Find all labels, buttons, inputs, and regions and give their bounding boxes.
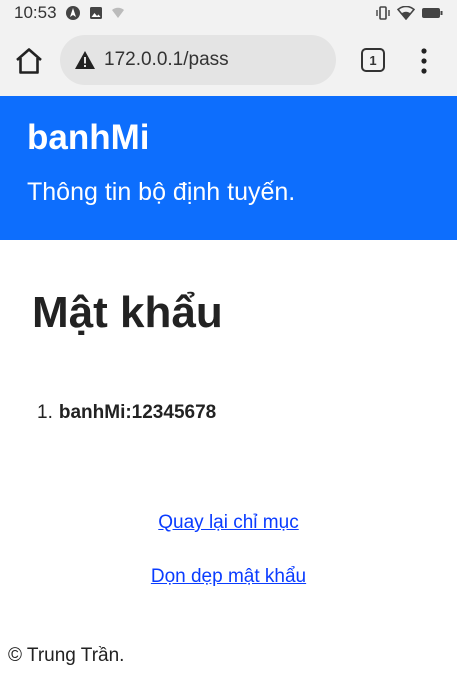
wifi-weak-icon <box>111 7 124 18</box>
footer-copyright: © Trung Trần. <box>8 645 125 666</box>
site-header: banhMi Thông tin bộ định tuyến. <box>0 96 457 240</box>
image-notification-icon <box>89 7 102 19</box>
clear-passwords-link-wrapper: Dọn dẹp mật khẩu <box>0 566 457 588</box>
warning-icon[interactable] <box>74 50 96 70</box>
status-bar: 10:53 <box>0 0 457 26</box>
browser-toolbar: 172.0.0.1/pass 1 <box>0 26 457 96</box>
navigation-icon <box>65 6 80 20</box>
battery-icon <box>422 8 443 18</box>
address-bar[interactable]: 172.0.0.1/pass <box>60 35 336 85</box>
wifi-icon <box>397 6 415 20</box>
status-left: 10:53 <box>14 3 125 23</box>
home-icon[interactable] <box>14 47 44 75</box>
password-entry: banhMi:12345678 <box>58 402 217 423</box>
status-time: 10:53 <box>14 3 57 22</box>
brand-tagline: Thông tin bộ định tuyến. <box>27 178 296 206</box>
back-to-index-link[interactable]: Quay lại chỉ mục <box>158 512 298 533</box>
tab-count: 1 <box>369 52 377 68</box>
list-item-index: 1. <box>37 402 53 423</box>
page-title: Mật khẩu <box>32 288 223 337</box>
clear-passwords-link[interactable]: Dọn dẹp mật khẩu <box>151 566 306 587</box>
url-text[interactable]: 172.0.0.1/pass <box>104 49 229 71</box>
list-item: 1. banhMi:12345678 <box>37 402 216 424</box>
back-to-index-link-wrapper: Quay lại chỉ mục <box>0 512 457 534</box>
brand-title: banhMi <box>27 118 150 157</box>
vibrate-icon <box>376 6 390 20</box>
tab-switcher-button[interactable]: 1 <box>361 48 385 72</box>
more-menu-icon[interactable] <box>418 46 430 76</box>
status-right <box>375 5 443 21</box>
password-list: 1. banhMi:12345678 <box>37 402 216 424</box>
